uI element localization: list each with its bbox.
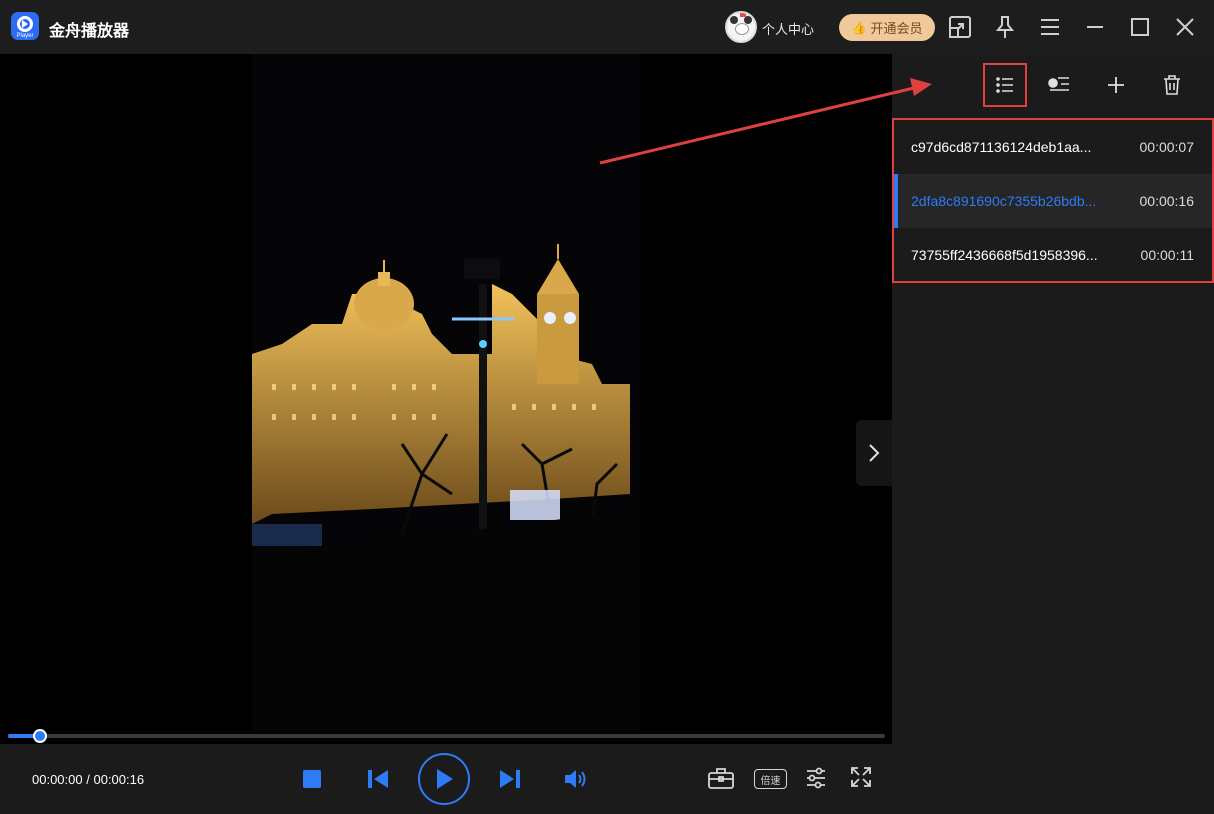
progress-handle[interactable]	[33, 729, 47, 743]
fullscreen-icon[interactable]	[851, 767, 871, 792]
trash-icon[interactable]	[1155, 68, 1189, 102]
playlist-toolbar	[892, 54, 1214, 114]
play-icon	[437, 769, 453, 789]
pin-icon[interactable]	[992, 14, 1018, 40]
stop-icon[interactable]	[303, 770, 321, 788]
thumbs-up-icon: 👍	[851, 20, 867, 35]
toolbox-icon[interactable]	[708, 767, 734, 794]
play-order-icon[interactable]	[1042, 68, 1076, 102]
menu-icon[interactable]	[1037, 14, 1063, 40]
close-icon[interactable]	[1172, 14, 1198, 40]
time-display: 00:00:00 / 00:00:16	[32, 772, 144, 787]
playlist-panel: c97d6cd871136124deb1aa... 00:00:07 2dfa8…	[892, 54, 1214, 814]
app-logo-tag: Player	[16, 33, 34, 39]
previous-icon[interactable]	[368, 769, 388, 789]
time-total: 00:00:16	[93, 772, 145, 787]
progress-bar[interactable]	[8, 729, 885, 743]
playlist-item-name: 73755ff2436668f5d1958396...	[911, 247, 1098, 263]
playlist-item-selected[interactable]: 2dfa8c891690c7355b26bdb... 00:00:16	[894, 174, 1212, 228]
playlist-item-name: 2dfa8c891690c7355b26bdb...	[911, 193, 1097, 209]
playback-controls: 00:00:00 / 00:00:16 倍速	[0, 744, 892, 814]
vip-button-label: 开通会员	[870, 21, 923, 36]
minimize-icon[interactable]	[1082, 14, 1108, 40]
playlist-item[interactable]: 73755ff2436668f5d1958396... 00:00:11	[894, 228, 1212, 282]
play-button[interactable]	[418, 753, 470, 805]
time-separator: /	[86, 772, 90, 787]
volume-icon[interactable]	[565, 769, 587, 789]
playlist-item-duration: 00:00:11	[1140, 247, 1194, 263]
chevron-right-icon	[869, 444, 880, 462]
add-icon[interactable]	[1099, 68, 1133, 102]
playlist-item[interactable]: c97d6cd871136124deb1aa... 00:00:07	[894, 120, 1212, 174]
playlist-item-name: c97d6cd871136124deb1aa...	[911, 139, 1092, 155]
playlist-item-duration: 00:00:07	[1139, 139, 1195, 155]
playlist: c97d6cd871136124deb1aa... 00:00:07 2dfa8…	[892, 118, 1214, 283]
title-bar: Player 金舟播放器 个人中心 👍 开通会员	[0, 0, 1214, 54]
avatar[interactable]	[725, 11, 757, 43]
video-frame	[252, 54, 640, 734]
vip-button[interactable]: 👍 开通会员	[839, 14, 935, 41]
video-viewport[interactable]	[0, 54, 892, 744]
collapse-panel-button[interactable]	[856, 420, 892, 486]
next-icon[interactable]	[500, 769, 520, 789]
video-scene-image	[252, 54, 640, 734]
settings-sliders-icon[interactable]	[806, 767, 826, 794]
screencast-icon[interactable]	[947, 14, 973, 40]
user-center-link[interactable]: 个人中心	[762, 19, 814, 38]
playlist-item-duration: 00:00:16	[1139, 193, 1195, 209]
speed-button[interactable]: 倍速	[754, 769, 787, 789]
app-title: 金舟播放器	[49, 23, 130, 40]
app-logo: Player	[11, 12, 39, 40]
list-view-icon[interactable]	[983, 63, 1027, 107]
time-current: 00:00:00	[32, 772, 83, 787]
maximize-icon[interactable]	[1127, 14, 1153, 40]
